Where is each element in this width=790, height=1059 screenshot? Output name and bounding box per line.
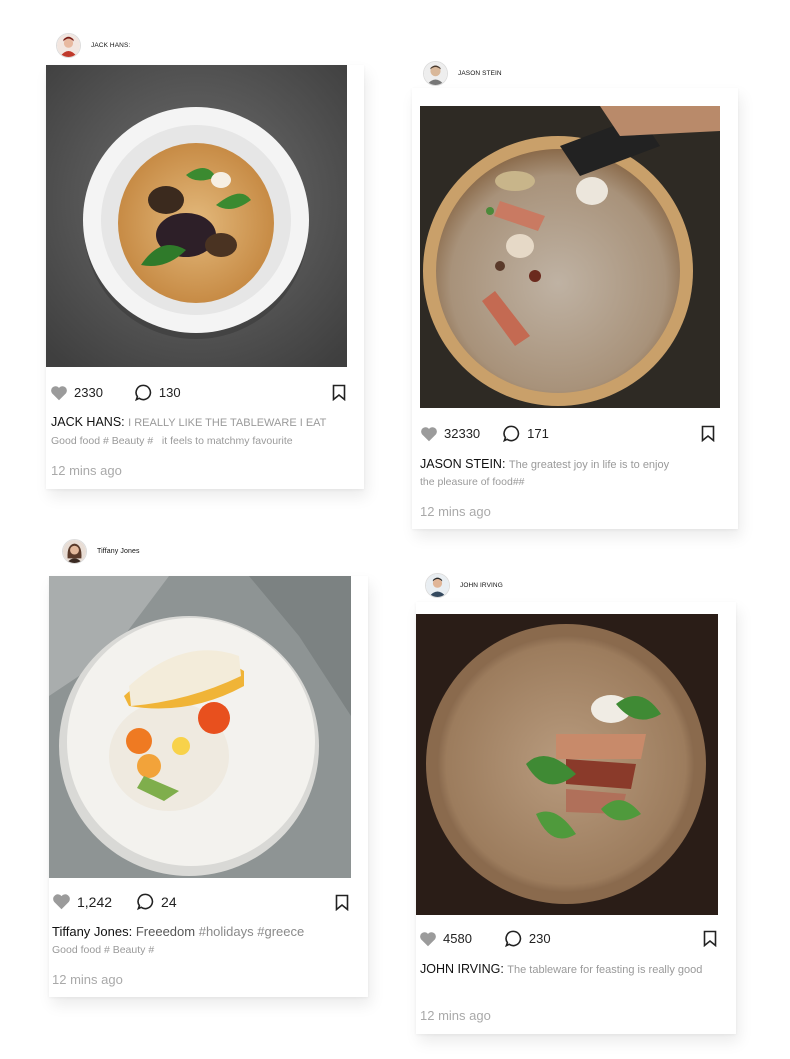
post-card: 2330 130 JACK HANS: I REALLY LIKE THE TA… — [46, 65, 364, 489]
comment-icon — [504, 930, 522, 948]
like-button[interactable]: 1,242 — [52, 893, 112, 910]
post-photo[interactable] — [46, 65, 347, 367]
comment-count: 230 — [528, 931, 551, 946]
post-time: 12 mins ago — [52, 972, 123, 987]
caption-author[interactable]: JACK HANS: — [51, 415, 125, 429]
comment-button[interactable]: 230 — [504, 929, 551, 948]
heart-icon — [51, 385, 67, 400]
caption-hashtags[interactable]: #holidays #greece — [199, 924, 305, 939]
post-tags: Good food # Beauty # — [52, 944, 155, 956]
post-caption: JASON STEIN: The greatest joy in life is… — [420, 455, 669, 474]
username[interactable]: JACK HANS: — [91, 42, 130, 49]
post-time: 12 mins ago — [420, 1008, 491, 1023]
avatar[interactable] — [62, 539, 87, 564]
post-photo[interactable] — [49, 576, 351, 878]
like-button[interactable]: 2330 — [50, 385, 103, 401]
post-time: 12 mins ago — [51, 463, 122, 478]
avatar[interactable] — [425, 573, 450, 598]
avatar[interactable] — [423, 61, 448, 86]
post-card: 1,242 24 Tiffany Jones: Freeedom #holida… — [49, 576, 368, 997]
post-tags: the pleasure of food## — [420, 476, 525, 488]
caption-text: I REALLY LIKE THE TABLEWARE I EAT — [128, 417, 327, 429]
caption-text: The greatest joy in life is to enjoy — [508, 459, 670, 471]
comment-icon — [503, 425, 520, 443]
bookmark-icon[interactable] — [703, 930, 717, 947]
post-photo[interactable] — [420, 106, 720, 408]
like-count: 4580 — [443, 931, 472, 946]
comment-button[interactable]: 171 — [502, 424, 549, 443]
avatar[interactable] — [56, 33, 81, 58]
post-header: JOHN IRVING — [425, 573, 503, 598]
post-header: JACK HANS: — [56, 33, 130, 58]
post-header: Tiffany Jones — [62, 539, 140, 564]
like-count: 32330 — [444, 426, 481, 441]
comment-icon — [134, 384, 152, 402]
post-caption: Tiffany Jones: Freeedom #holidays #greec… — [52, 922, 304, 942]
post-tags: Good food # Beauty # it feels to matchmy… — [51, 435, 293, 447]
username[interactable]: JASON STEIN — [458, 70, 502, 77]
bookmark-icon[interactable] — [335, 894, 349, 911]
caption-text: The tableware for feasting is really goo… — [507, 964, 703, 976]
username[interactable]: Tiffany Jones — [97, 548, 140, 555]
post-header: JASON STEIN — [423, 61, 502, 86]
comment-count: 171 — [527, 426, 549, 441]
post-actions: 1,242 24 — [52, 892, 368, 911]
username[interactable]: JOHN IRVING — [460, 582, 503, 589]
bookmark-icon[interactable] — [332, 384, 346, 401]
bookmark-icon[interactable] — [701, 425, 715, 442]
caption-author[interactable]: Tiffany Jones: — [52, 924, 132, 939]
comment-button[interactable]: 24 — [136, 892, 177, 911]
post-actions: 2330 130 — [50, 383, 364, 402]
heart-icon — [420, 931, 436, 946]
heart-icon — [421, 426, 437, 441]
caption-author[interactable]: JOHN IRVING: — [420, 962, 504, 976]
comment-count: 24 — [161, 893, 177, 910]
post-card: 32330 171 JASON STEIN: The greatest joy … — [412, 88, 738, 529]
like-button[interactable]: 4580 — [419, 931, 472, 947]
comment-button[interactable]: 130 — [134, 383, 181, 402]
post-actions: 4580 230 — [419, 929, 736, 948]
post-time: 12 mins ago — [420, 504, 491, 519]
post-caption: JACK HANS: I REALLY LIKE THE TABLEWARE I… — [51, 413, 326, 432]
like-button[interactable]: 32330 — [420, 426, 480, 442]
comment-icon — [137, 893, 154, 911]
post-actions: 32330 171 — [420, 424, 738, 443]
post-caption: JOHN IRVING: The tableware for feasting … — [420, 960, 702, 979]
heart-icon — [53, 894, 70, 910]
like-count: 2330 — [74, 385, 103, 400]
caption-author[interactable]: JASON STEIN: — [420, 457, 505, 471]
like-count: 1,242 — [77, 893, 113, 910]
post-photo[interactable] — [416, 614, 718, 915]
comment-count: 130 — [158, 385, 181, 400]
post-card: 4580 230 JOHN IRVING: The tableware for … — [416, 602, 736, 1034]
caption-text: Freeedom — [135, 924, 196, 939]
